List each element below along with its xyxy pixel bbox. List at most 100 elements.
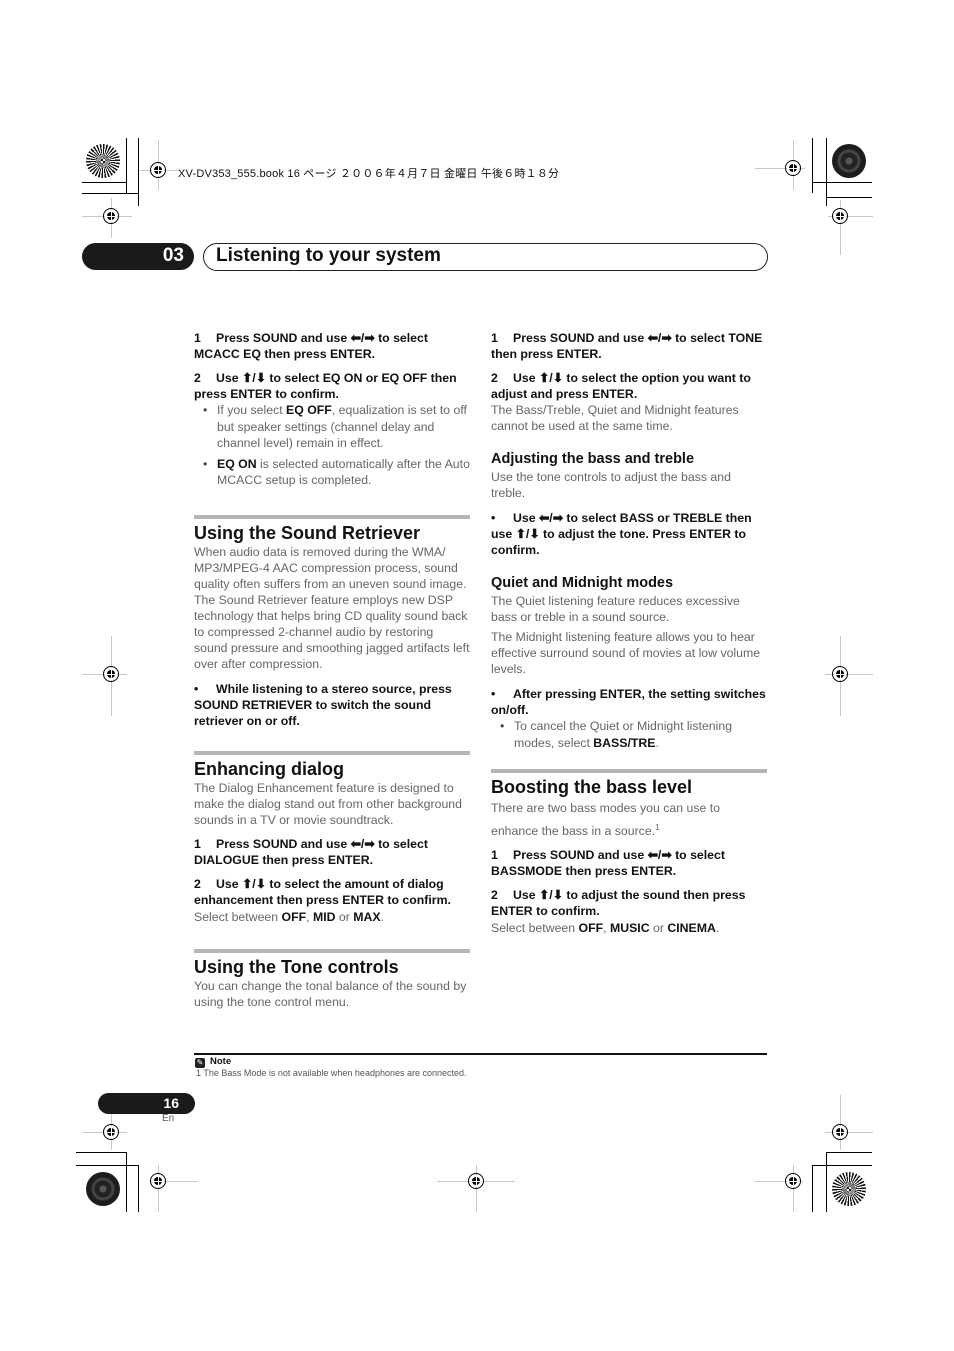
bass-step-1: 1 Press SOUND and use ⬅/➡ to select BASSM… (491, 847, 767, 879)
registration-mark-icon (103, 666, 119, 682)
option: OFF (281, 909, 307, 924)
crop-line (138, 138, 139, 206)
separator: . (380, 909, 385, 924)
bullet-eq-on: EQ ON is selected automatically after th… (194, 456, 470, 489)
registration-mark-icon (150, 162, 166, 178)
step-number: 2 (491, 371, 498, 385)
step-2: 2 Use ⬆/⬇ to select EQ ON or EQ OFF then … (194, 370, 470, 402)
bullet-mark: • (491, 511, 496, 525)
options-prefix: Select between (491, 921, 579, 936)
crop-line (138, 1165, 139, 1212)
footnote-reference[interactable]: 1 (655, 823, 659, 832)
registration-mark-icon (103, 1124, 119, 1140)
step-number: 1 (194, 836, 201, 851)
bullet-keyword: EQ OFF (286, 403, 332, 417)
crop-line (76, 1165, 139, 1166)
step-text: Press SOUND and use ⬅/➡ to select MCACC … (194, 331, 428, 361)
bullet-text: . (655, 735, 659, 750)
heading-bass-treble: Adjusting the bass and treble (491, 451, 695, 467)
separator: , (306, 909, 313, 924)
sound-retriever-instruction: • While listening to a stereo source, pre… (194, 681, 470, 729)
option: MUSIC (609, 921, 650, 936)
section-divider (194, 948, 470, 953)
dialog-body: The Dialog Enhancement feature is design… (194, 780, 462, 827)
quiet-midnight-instruction: • After pressing ENTER, the setting switc… (491, 686, 767, 718)
registration-mark-icon (150, 1173, 166, 1189)
separator: . (715, 921, 720, 936)
crop-line (826, 1152, 872, 1153)
crop-line (82, 182, 126, 183)
left-column: 1 Press SOUND and use ⬅/➡ to select MCACC… (194, 330, 470, 1014)
crop-line (812, 182, 872, 183)
bass-step-2: 2 Use ⬆/⬇ to adjust the sound then press … (491, 887, 767, 919)
bass-treble-body: Use the tone controls to adjust the bass… (491, 470, 731, 500)
heading-boosting-bass: Boosting the bass level (491, 777, 693, 797)
bullet-eq-off: If you select EQ OFF, equalization is se… (194, 402, 470, 452)
step-number: 1 (491, 331, 498, 345)
crop-line (76, 1152, 126, 1153)
body-text: There are two bass modes you can use to … (491, 801, 720, 839)
tone-body: You can change the tonal balance of the … (194, 978, 467, 1009)
step-text: After pressing ENTER, the setting switch… (491, 687, 766, 717)
heading-quiet-midnight: Quiet and Midnight modes (491, 575, 674, 591)
bullet-text: If you select (217, 403, 287, 417)
step-text: Use ⬅/➡ to select BASS or TREBLE then us… (491, 511, 752, 557)
crop-line (826, 138, 827, 206)
bullet-keyword: EQ ON (217, 456, 257, 471)
registration-mark-icon (468, 1173, 484, 1189)
registration-mark-icon (785, 160, 801, 176)
registration-mark-icon (832, 1124, 848, 1140)
dialog-step-2: 2 Use ⬆/⬇ to select the amount of dialog … (194, 876, 470, 908)
options-prefix: Select between (194, 909, 282, 924)
step-text: Use ⬆/⬇ to select EQ ON or EQ OFF then p… (194, 371, 457, 401)
crop-line (126, 138, 127, 193)
crosshair-line (840, 1095, 841, 1150)
tone-note: The Bass/Treble, Quiet and Midnight feat… (491, 403, 739, 433)
right-column: 1 Press SOUND and use ⬅/➡ to select TONE … (491, 330, 767, 940)
registration-starburst-icon (832, 1172, 866, 1206)
bass-options: Select between OFF, MUSIC or CINEMA. (491, 920, 767, 936)
bullet-mark: • (491, 687, 496, 701)
separator: , (603, 921, 610, 936)
step-text: Press SOUND and use ⬅/➡ to select BASSMO… (491, 848, 725, 879)
quiet-body: The Quiet listening feature reduces exce… (491, 594, 740, 624)
step-text: Use ⬆/⬇ to adjust the sound then press E… (491, 888, 746, 919)
crop-line (826, 197, 872, 198)
bullet-keyword: BASS/TRE (593, 735, 656, 750)
footnote-text: 1 The Bass Mode is not available when he… (196, 1068, 467, 1078)
midnight-body: The Midnight listening feature allows yo… (491, 630, 761, 676)
crop-line (812, 1165, 813, 1212)
chapter-title-box: Listening to your system (203, 243, 768, 271)
footnote-rule (194, 1053, 767, 1055)
page-number: 16 (163, 1095, 179, 1111)
step-number: 2 (194, 371, 201, 385)
page-number-tab: 16 (98, 1093, 195, 1114)
separator: or (335, 909, 354, 924)
dialog-step-1: 1 Press SOUND and use ⬅/➡ to select DIALO… (194, 836, 470, 868)
registration-mark-icon (103, 208, 119, 224)
section-divider (194, 514, 470, 519)
bullet-mark: • (194, 681, 199, 696)
step-number: 1 (194, 331, 201, 345)
crop-line (826, 1152, 827, 1212)
separator: or (649, 921, 668, 936)
option: MAX (353, 909, 381, 924)
step-text: While listening to a stereo source, pres… (194, 681, 452, 728)
heading-tone-controls: Using the Tone controls (194, 956, 399, 977)
crop-line (812, 1165, 872, 1166)
heading-sound-retriever: Using the Sound Retriever (194, 522, 421, 543)
registration-mark-icon (785, 1173, 801, 1189)
registration-starburst-icon (832, 144, 866, 178)
option: MID (312, 909, 336, 924)
option: CINEMA (667, 921, 716, 936)
step-text: Press SOUND and use ⬅/➡ to select DIALOG… (194, 836, 428, 867)
step-text: Use ⬆/⬇ to select the option you want to… (491, 371, 751, 401)
section-divider (194, 750, 470, 755)
quiet-midnight-cancel-bullet: To cancel the Quiet or Midnight listenin… (491, 718, 767, 751)
print-slug: XV-DV353_555.book 16 ページ ２００６年４月７日 金曜日 午… (178, 168, 560, 180)
crop-line (82, 193, 139, 194)
step-number: 2 (491, 888, 498, 903)
page-language: En (162, 1113, 175, 1124)
step-1: 1 Press SOUND and use ⬅/➡ to select MCACC… (194, 330, 470, 362)
crop-line (126, 1152, 127, 1212)
